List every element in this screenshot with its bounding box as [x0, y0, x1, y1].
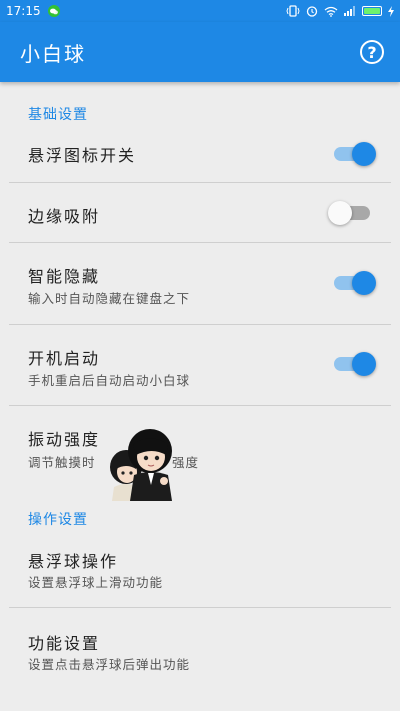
- wechat-notification-icon: [47, 5, 60, 17]
- section-header-operation: 操作设置: [28, 512, 88, 528]
- setting-smart-hide[interactable]: 智能隐藏 输入时自动隐藏在键盘之下: [0, 243, 400, 323]
- vibrate-icon: [286, 5, 300, 17]
- setting-subtitle: 设置悬浮球上滑动功能: [28, 575, 164, 590]
- setting-boot-start[interactable]: 开机启动 手机重启后自动启动小白球: [0, 325, 400, 405]
- status-time: 17:15: [6, 4, 41, 18]
- setting-vibration[interactable]: 振动强度 调节触摸时 强度: [0, 406, 400, 492]
- edge-snap-toggle[interactable]: [328, 201, 370, 225]
- setting-title: 悬浮图标开关: [28, 146, 137, 165]
- float-switch-toggle[interactable]: [334, 142, 376, 166]
- floating-ball-avatar[interactable]: [106, 425, 176, 501]
- signal-icon: [344, 6, 355, 16]
- app-title: 小白球: [20, 41, 86, 66]
- smart-hide-toggle[interactable]: [334, 271, 376, 295]
- setting-float-switch[interactable]: 悬浮图标开关: [0, 130, 400, 182]
- boot-start-toggle[interactable]: [334, 352, 376, 376]
- setting-function[interactable]: 功能设置 设置点击悬浮球后弹出功能: [0, 608, 400, 688]
- setting-ball-operation[interactable]: 悬浮球操作 设置悬浮球上滑动功能: [0, 530, 400, 606]
- app-bar: 小白球 ?: [0, 22, 400, 82]
- setting-title: 边缘吸附: [28, 207, 101, 226]
- setting-subtitle-left: 调节触摸时: [28, 455, 96, 470]
- setting-subtitle-right: 强度: [172, 455, 200, 470]
- status-bar: 17:15: [0, 0, 400, 22]
- alarm-icon: [306, 6, 318, 17]
- charging-icon: [388, 5, 394, 17]
- battery-icon: [362, 6, 382, 16]
- setting-edge-snap[interactable]: 边缘吸附: [0, 183, 400, 241]
- help-icon[interactable]: ?: [360, 40, 384, 64]
- setting-subtitle: 设置点击悬浮球后弹出功能: [28, 657, 191, 672]
- section-header-basic: 基础设置: [28, 107, 88, 123]
- setting-title: 振动强度: [28, 430, 101, 449]
- setting-subtitle: 手机重启后自动启动小白球: [28, 373, 191, 388]
- setting-subtitle: 输入时自动隐藏在键盘之下: [28, 291, 191, 306]
- setting-title: 功能设置: [28, 634, 101, 653]
- setting-title: 悬浮球操作: [28, 552, 119, 571]
- setting-title: 智能隐藏: [28, 267, 101, 286]
- wifi-icon: [324, 6, 338, 17]
- setting-title: 开机启动: [28, 349, 101, 368]
